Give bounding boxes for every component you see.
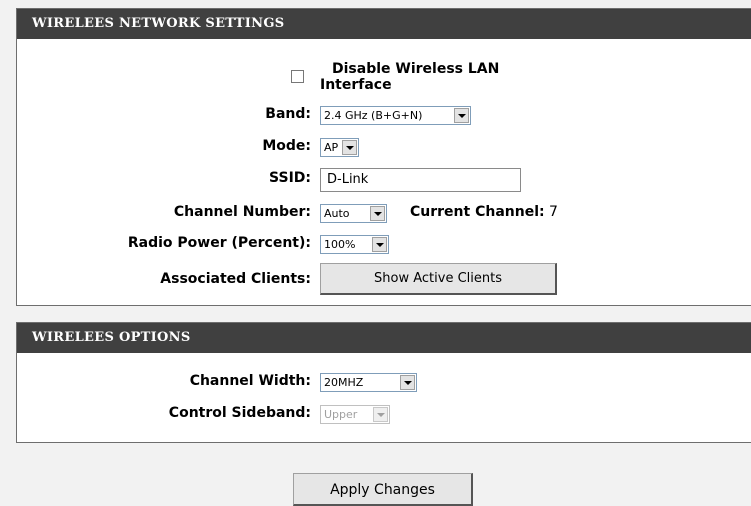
associated-clients-label: Associated Clients: xyxy=(160,271,311,287)
radio-power-select-value: 100% xyxy=(324,238,356,251)
network-settings-title: WIRELEES NETWORK SETTINGS xyxy=(17,9,751,39)
band-label: Band: xyxy=(265,106,311,122)
chevron-down-icon xyxy=(373,407,388,422)
current-channel-value: 7 xyxy=(549,204,558,220)
channel-number-select-value: Auto xyxy=(324,207,350,220)
chevron-down-icon[interactable] xyxy=(370,206,385,221)
wireless-options-title: WIRELEES OPTIONS xyxy=(17,323,751,353)
disable-wlan-label: Disable Wireless LAN Interface xyxy=(320,61,499,93)
radio-power-label: Radio Power (Percent): xyxy=(127,235,311,251)
mode-select[interactable]: AP xyxy=(320,138,359,157)
band-select[interactable]: 2.4 GHz (B+G+N) xyxy=(320,106,471,125)
channel-number-label: Channel Number: xyxy=(173,204,311,220)
current-channel-label: Current Channel: xyxy=(410,204,545,220)
apply-changes-button[interactable]: Apply Changes xyxy=(293,473,473,506)
disable-wlan-checkbox[interactable] xyxy=(291,70,304,83)
control-sideband-select: Upper xyxy=(320,405,390,424)
channel-width-select[interactable]: 20MHZ xyxy=(320,373,417,392)
wireless-network-settings-panel: WIRELEES NETWORK SETTINGS xyxy=(16,8,751,306)
chevron-down-icon[interactable] xyxy=(400,375,415,390)
band-select-value: 2.4 GHz (B+G+N) xyxy=(324,109,423,122)
control-sideband-select-value: Upper xyxy=(324,408,358,421)
radio-power-select[interactable]: 100% xyxy=(320,235,389,254)
chevron-down-icon[interactable] xyxy=(454,108,469,123)
channel-width-select-value: 20MHZ xyxy=(324,376,364,389)
mode-label: Mode: xyxy=(262,138,311,154)
show-active-clients-button[interactable]: Show Active Clients xyxy=(320,263,557,295)
channel-width-label: Channel Width: xyxy=(189,373,311,389)
mode-select-value: AP xyxy=(324,141,339,154)
ssid-label: SSID: xyxy=(269,170,311,186)
disable-wlan-label-line1: Disable Wireless LAN xyxy=(332,61,500,77)
chevron-down-icon[interactable] xyxy=(372,237,387,252)
channel-number-select[interactable]: Auto xyxy=(320,204,387,223)
control-sideband-label: Control Sideband: xyxy=(168,405,311,421)
chevron-down-icon[interactable] xyxy=(342,140,357,155)
current-channel: Current Channel: 7 xyxy=(410,204,558,220)
disable-wlan-label-line2: Interface xyxy=(320,77,392,93)
ssid-input[interactable]: D-Link xyxy=(320,168,521,192)
